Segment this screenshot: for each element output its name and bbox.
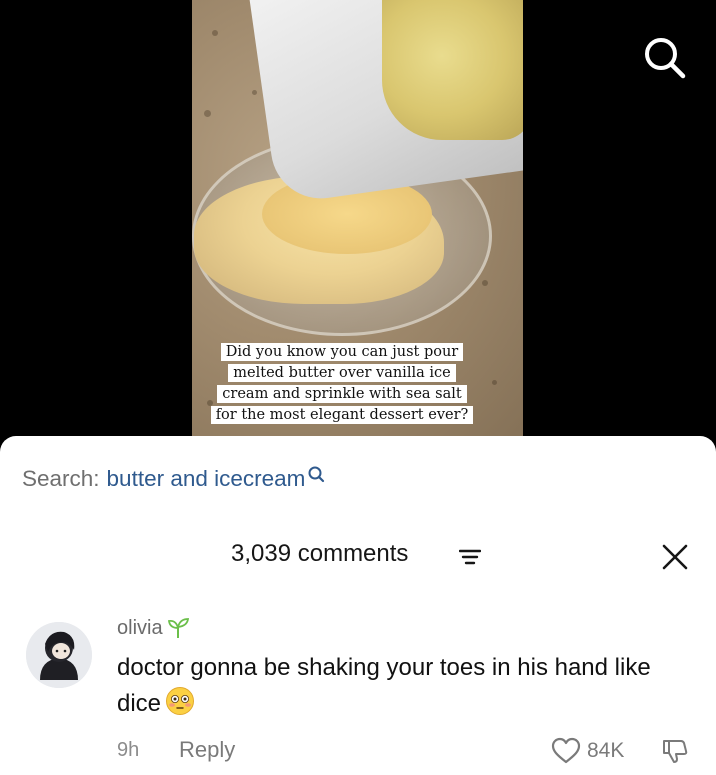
search-query-link[interactable]: butter and icecream (107, 466, 306, 492)
texture-speck (252, 90, 257, 95)
search-label: Search: (22, 466, 100, 491)
melted-butter (382, 0, 523, 140)
comment-text: doctor gonna be shaking your toes in his… (117, 650, 677, 722)
username[interactable]: olivia (117, 617, 163, 640)
filter-icon[interactable] (459, 549, 481, 565)
caption-line: cream and sprinkle with sea salt (217, 385, 467, 403)
avatar[interactable] (26, 622, 92, 688)
comment-actions: 9h Reply 84K (117, 737, 707, 767)
comment-body: doctor gonna be shaking your toes in his… (117, 654, 651, 717)
video-player[interactable]: Did you know you can just pour melted bu… (192, 0, 523, 438)
search-icon (308, 466, 325, 483)
flushed-face-emoji (166, 687, 195, 715)
screen: Did you know you can just pour melted bu… (0, 0, 716, 775)
comment-author: olivia (117, 616, 190, 640)
comments-sheet: Search: butter and icecream 3,039 commen… (0, 436, 716, 775)
sprout-icon (167, 618, 189, 638)
avatar-image (26, 622, 92, 688)
comments-count: 3,039 comments (231, 540, 409, 567)
like-count: 84K (587, 739, 625, 762)
thumbs-down-icon[interactable] (661, 737, 689, 765)
close-icon[interactable] (662, 544, 688, 570)
texture-speck (492, 380, 497, 385)
comments-header: 3,039 comments (0, 540, 716, 580)
like-button[interactable]: 84K (551, 737, 624, 765)
comment-item: olivia doctor gonna be shaking your toes… (0, 612, 716, 772)
texture-speck (212, 30, 218, 36)
comment-time: 9h (117, 739, 140, 761)
heart-icon (551, 737, 581, 764)
search-icon[interactable] (641, 34, 687, 80)
texture-speck (204, 110, 211, 117)
search-suggestion[interactable]: Search: butter and icecream (22, 466, 325, 492)
caption-line: melted butter over vanilla ice (228, 364, 456, 382)
reply-button[interactable]: Reply (179, 737, 235, 763)
caption-line: Did you know you can just pour (220, 343, 464, 361)
caption-line: for the most elegant dessert ever? (210, 406, 474, 424)
texture-speck (482, 280, 488, 286)
video-caption: Did you know you can just pour melted bu… (210, 342, 474, 426)
